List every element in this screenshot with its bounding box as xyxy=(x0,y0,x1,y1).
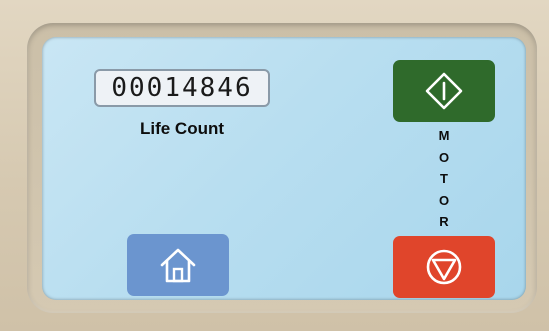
motor-letter: O xyxy=(438,149,450,165)
motor-letter: R xyxy=(439,214,449,229)
life-count-display: 00014846 xyxy=(94,69,270,107)
motor-label: M O T O R xyxy=(434,125,454,233)
start-diamond-icon xyxy=(425,72,463,110)
touch-screen: 00014846 Life Count M O T O R xyxy=(42,37,526,300)
home-icon xyxy=(160,248,196,283)
home-button[interactable] xyxy=(127,234,229,296)
motor-letter: M xyxy=(438,128,450,143)
motor-start-button[interactable] xyxy=(393,60,495,122)
motor-letter: O xyxy=(438,192,450,208)
life-count-value: 00014846 xyxy=(111,73,253,103)
motor-letter: T xyxy=(440,171,448,186)
stop-triangle-circle-icon xyxy=(426,249,462,285)
motor-stop-button[interactable] xyxy=(393,236,495,298)
life-count-label: Life Count xyxy=(139,119,225,138)
